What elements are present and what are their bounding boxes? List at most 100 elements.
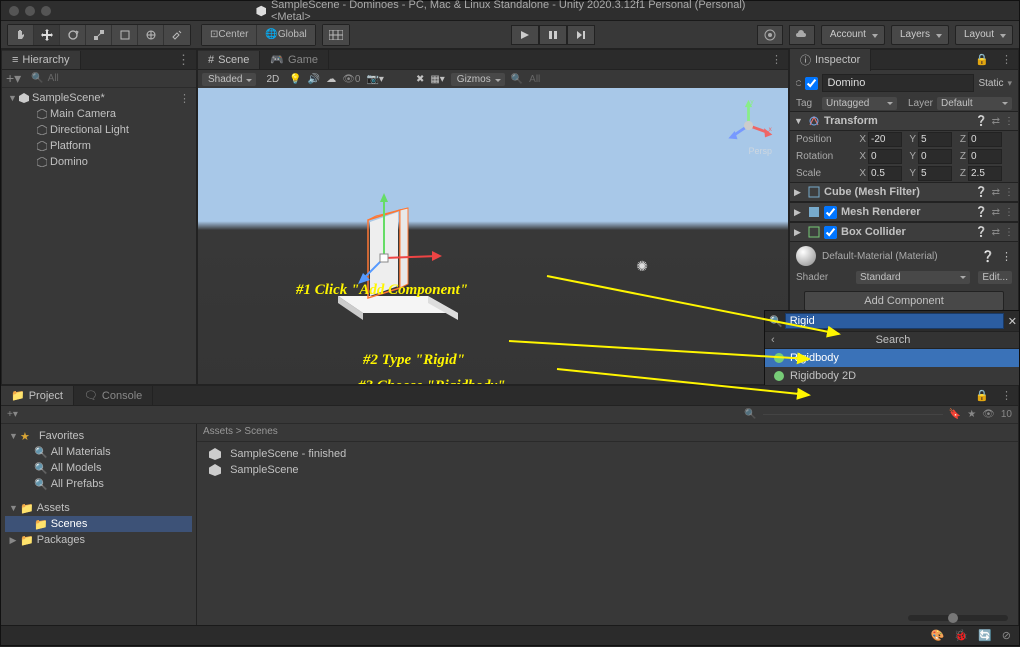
scene-grid-icon[interactable]: ▦▾	[430, 74, 444, 85]
window-controls[interactable]	[9, 6, 51, 16]
perspective-label[interactable]: Persp	[748, 146, 772, 156]
favorite-icon[interactable]: ★	[967, 409, 976, 420]
static-dropdown[interactable]: ▾	[1007, 78, 1012, 89]
material-header[interactable]: Default-Material (Material) ❔⋮	[790, 242, 1018, 270]
tag-dropdown[interactable]: Untagged	[822, 97, 897, 110]
hierarchy-item[interactable]: Directional Light	[4, 122, 194, 138]
shader-dropdown[interactable]: Standard	[856, 271, 970, 284]
hidden-toggle-icon[interactable]: 👁	[982, 409, 995, 420]
position-z-field[interactable]	[968, 132, 1002, 147]
thumbnail-size-slider[interactable]	[908, 615, 1008, 621]
pause-button[interactable]	[539, 25, 567, 45]
scale-y-field[interactable]	[918, 166, 952, 181]
mesh-renderer-enabled[interactable]	[824, 206, 837, 219]
assets-root[interactable]: ▼📁 Assets	[5, 500, 192, 516]
status-graphics-icon[interactable]: 🎨	[931, 629, 945, 642]
layers-dropdown[interactable]: Layers	[891, 25, 949, 45]
project-create-button[interactable]: +▾	[7, 409, 18, 420]
rotation-y-field[interactable]	[918, 149, 952, 164]
move-tool[interactable]	[34, 25, 60, 45]
collab-button[interactable]	[757, 25, 783, 45]
hierarchy-tab[interactable]: ≡ Hierarchy	[2, 51, 81, 69]
packages-root[interactable]: ▶📁 Packages	[5, 532, 192, 548]
pivot-mode[interactable]: ⊡ Center	[202, 25, 257, 45]
asset-item[interactable]: SampleScene - finished	[205, 446, 1010, 462]
minimize-window-button[interactable]	[25, 6, 35, 16]
filter-icon[interactable]: 🔖	[949, 409, 961, 420]
status-bug-icon[interactable]: 🐞	[954, 629, 968, 642]
assets-item-scenes[interactable]: 📁 Scenes	[5, 516, 192, 532]
mesh-renderer-header[interactable]: ▶ Mesh Renderer ❔⇄⋮	[790, 202, 1018, 222]
close-window-button[interactable]	[9, 6, 19, 16]
rotation-z-field[interactable]	[968, 149, 1002, 164]
scene-view[interactable]: y x Persp ✺ #1 Click "Add Component" #2 …	[198, 88, 788, 384]
reset-icon[interactable]: ⇄	[992, 116, 1000, 127]
rotation-x-field[interactable]	[868, 149, 902, 164]
hand-tool[interactable]	[8, 25, 34, 45]
project-search-field[interactable]	[763, 414, 943, 415]
position-y-field[interactable]	[918, 132, 952, 147]
scene-root[interactable]: ▼ SampleScene* ⋮	[4, 90, 194, 106]
component-menu-icon[interactable]: ⋮	[1004, 116, 1014, 127]
scale-tool[interactable]	[86, 25, 112, 45]
rotate-tool[interactable]	[60, 25, 86, 45]
favorites-root[interactable]: ▼★ Favorites	[5, 428, 192, 444]
maximize-window-button[interactable]	[41, 6, 51, 16]
project-tab[interactable]: 📁 Project	[1, 386, 74, 405]
inspector-tab[interactable]: ⓘ Inspector	[790, 49, 871, 71]
gizmos-dropdown[interactable]: Gizmos	[451, 73, 505, 86]
shading-mode-dropdown[interactable]: Shaded	[202, 73, 256, 86]
create-dropdown[interactable]: +▾	[6, 70, 21, 87]
mesh-filter-header[interactable]: ▶ Cube (Mesh Filter) ❔⇄⋮	[790, 182, 1018, 202]
scene-fx-icon[interactable]: ☁	[326, 74, 336, 85]
scene-tools-icon[interactable]: ✖	[416, 74, 424, 85]
search-result-rigidbody-2d[interactable]: Rigidbody 2D	[765, 367, 1019, 385]
scene-tab-menu[interactable]: ⋮	[765, 53, 788, 66]
favorite-item[interactable]: 🔍 All Materials	[5, 444, 192, 460]
game-tab[interactable]: 🎮 Game	[260, 50, 329, 69]
space-mode[interactable]: 🌐 Global	[257, 25, 314, 45]
layer-dropdown[interactable]: Default	[937, 97, 1012, 110]
hierarchy-item[interactable]: Main Camera	[4, 106, 194, 122]
scene-audio-icon[interactable]: 🔊	[308, 74, 320, 85]
transform-tool[interactable]	[138, 25, 164, 45]
play-button[interactable]	[511, 25, 539, 45]
position-x-field[interactable]	[868, 132, 902, 147]
asset-item[interactable]: SampleScene	[205, 462, 1010, 478]
hierarchy-item[interactable]: Platform	[4, 138, 194, 154]
scene-tab[interactable]: # Scene	[198, 51, 260, 69]
project-menu[interactable]: ⋮	[995, 389, 1018, 402]
snap-toggle[interactable]	[323, 25, 349, 45]
gameobject-enabled-checkbox[interactable]	[805, 77, 818, 90]
edit-shader-button[interactable]: Edit...	[978, 271, 1012, 284]
layout-dropdown[interactable]: Layout	[955, 25, 1013, 45]
hierarchy-item[interactable]: Domino	[4, 154, 194, 170]
inspector-lock[interactable]: 🔒	[969, 53, 995, 66]
step-button[interactable]	[567, 25, 595, 45]
scene-search[interactable]: All	[529, 74, 540, 85]
scene-hidden-icon[interactable]: 👁0	[342, 74, 360, 85]
custom-tool[interactable]	[164, 25, 190, 45]
search-back-icon[interactable]: ‹	[771, 334, 775, 346]
box-collider-header[interactable]: ▶ Box Collider ❔⇄⋮	[790, 222, 1018, 242]
orientation-gizmo[interactable]: y x	[721, 98, 776, 153]
clear-search-icon[interactable]: ✕	[1008, 315, 1017, 328]
scene-camera-icon[interactable]: 📷▾	[366, 74, 383, 85]
gameobject-name-field[interactable]	[822, 74, 974, 92]
scale-z-field[interactable]	[968, 166, 1002, 181]
project-breadcrumb[interactable]: Assets > Scenes	[197, 424, 1018, 442]
favorite-item[interactable]: 🔍 All Models	[5, 460, 192, 476]
favorite-item[interactable]: 🔍 All Prefabs	[5, 476, 192, 492]
project-lock[interactable]: 🔒	[969, 389, 995, 402]
scale-x-field[interactable]	[868, 166, 902, 181]
hierarchy-menu[interactable]: ⋮	[171, 52, 196, 68]
component-search-input[interactable]	[785, 313, 1004, 329]
transform-component-header[interactable]: ▼ Transform ❔ ⇄ ⋮	[790, 111, 1018, 131]
add-component-button[interactable]: Add Component	[804, 291, 1004, 311]
status-autorefresh-icon[interactable]: 🔄	[978, 629, 992, 642]
rect-tool[interactable]	[112, 25, 138, 45]
toggle-2d[interactable]: 2D	[262, 74, 283, 85]
help-icon[interactable]: ❔	[975, 116, 987, 127]
inspector-menu[interactable]: ⋮	[995, 53, 1018, 66]
console-tab[interactable]: 🗨 Console	[74, 386, 153, 405]
